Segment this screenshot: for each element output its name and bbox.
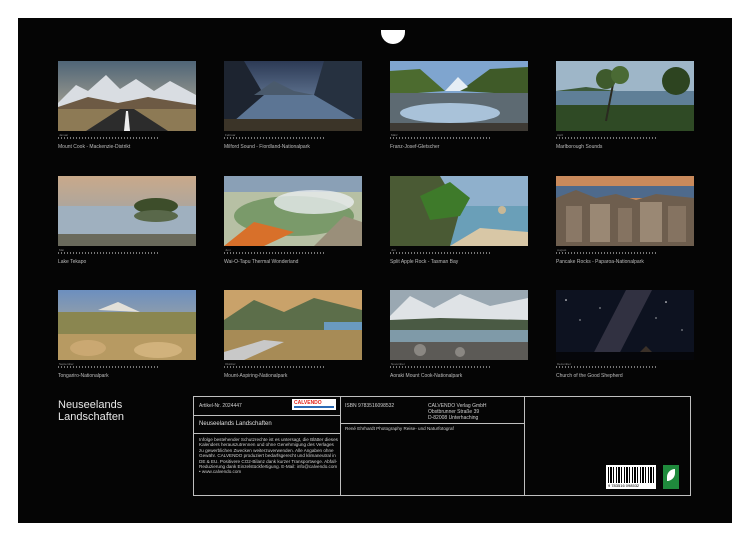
photo-caption: Pancake Rocks - Paparoa-Nationalpark (556, 259, 644, 265)
month-tile: November Aoraki Mount Cook-Nationalpark (390, 290, 528, 379)
photo-december (556, 290, 694, 360)
month-tile: Dezember Church of the Good Shepherd (556, 290, 694, 379)
day-grid (390, 137, 490, 139)
day-grid (390, 366, 490, 368)
month-tile: Oktober Mount-Aspiring-Nationalpark (224, 290, 362, 379)
publisher-address: CALVENDO Verlag GmbH Obstbrunner Straße … (428, 403, 487, 421)
divider (340, 423, 524, 424)
day-grid (390, 252, 490, 254)
month-tile: Januar Mount Cook - Mackenzie-Distrikt (58, 61, 196, 150)
legal-description: Infolge bestehender Schutzrechte ist es … (199, 437, 338, 475)
photo-caption: Milford Sound - Fiordland-Nationalpark (224, 144, 310, 150)
barcode: 9 783516 098532 (606, 465, 656, 489)
divider (340, 397, 341, 495)
photo-october (224, 290, 362, 360)
hanger-notch (381, 30, 405, 44)
month-tile: April Marlborough Sounds (556, 61, 694, 150)
photo-november (390, 290, 528, 360)
day-grid (58, 137, 158, 139)
calendar-title-line1: Neuseelands (58, 399, 123, 411)
calvendo-logo-stripe (294, 406, 334, 408)
month-tile: März Franz-Josef-Gletscher (390, 61, 528, 150)
photo-caption: Lake Tekapo (58, 259, 87, 265)
author-credit: René Ehrhardt Photography Reise- und Nat… (345, 426, 454, 431)
day-grid (58, 252, 158, 254)
photo-january (58, 61, 196, 131)
photo-june (224, 176, 362, 246)
leaf-icon (667, 469, 675, 481)
day-grid (556, 252, 656, 254)
month-tile: September Tongariro-Nationalpark (58, 290, 196, 379)
article-number: Artikel-Nr. 2024447 (199, 403, 242, 409)
month-tile: August Pancake Rocks - Paparoa-Nationalp… (556, 176, 694, 265)
photo-caption: Church of the Good Shepherd (556, 373, 623, 379)
photo-caption: Aoraki Mount Cook-Nationalpark (390, 373, 463, 379)
photo-february (224, 61, 362, 131)
barcode-number: 9 783516 098532 (608, 483, 640, 488)
photo-caption: Wai-O-Tapu Thermal Wonderland (224, 259, 299, 265)
calendar-title-line2: Landschaften (58, 411, 125, 423)
divider (194, 415, 340, 416)
photo-caption: Mount-Aspiring-Nationalpark (224, 373, 288, 379)
photo-caption: Marlborough Sounds (556, 144, 603, 150)
day-grid (224, 366, 324, 368)
photo-september (58, 290, 196, 360)
photo-caption: Tongariro-Nationalpark (58, 373, 109, 379)
barcode-bars (608, 467, 654, 483)
calendar-title: Neuseelands Landschaften (58, 399, 124, 423)
day-grid (58, 366, 158, 368)
month-tile: Juli Split Apple Rock - Tasman Bay (390, 176, 528, 265)
photo-march (390, 61, 528, 131)
day-grid (224, 252, 324, 254)
photo-july (390, 176, 528, 246)
day-grid (556, 137, 656, 139)
photo-may (58, 176, 196, 246)
photo-august (556, 176, 694, 246)
product-title: Neuseelands Landschaften (199, 421, 272, 427)
photo-caption: Franz-Josef-Gletscher (390, 144, 440, 150)
photo-caption: Split Apple Rock - Tasman Bay (390, 259, 459, 265)
photo-caption: Mount Cook - Mackenzie-Distrikt (58, 144, 131, 150)
isbn: ISBN 9783516098532 (345, 403, 395, 409)
month-tile: Juni Wai-O-Tapu Thermal Wonderland (224, 176, 362, 265)
divider (524, 397, 525, 495)
photo-april (556, 61, 694, 131)
calvendo-logo: CALVENDO (292, 399, 336, 410)
month-tile: Februar Milford Sound - Fiordland-Nation… (224, 61, 362, 150)
month-tile: Mai Lake Tekapo (58, 176, 196, 265)
day-grid (556, 366, 656, 368)
day-grid (224, 137, 324, 139)
divider (194, 433, 340, 434)
publisher-line: D-82008 Unterhaching (428, 415, 479, 421)
eco-label-icon (663, 465, 679, 489)
